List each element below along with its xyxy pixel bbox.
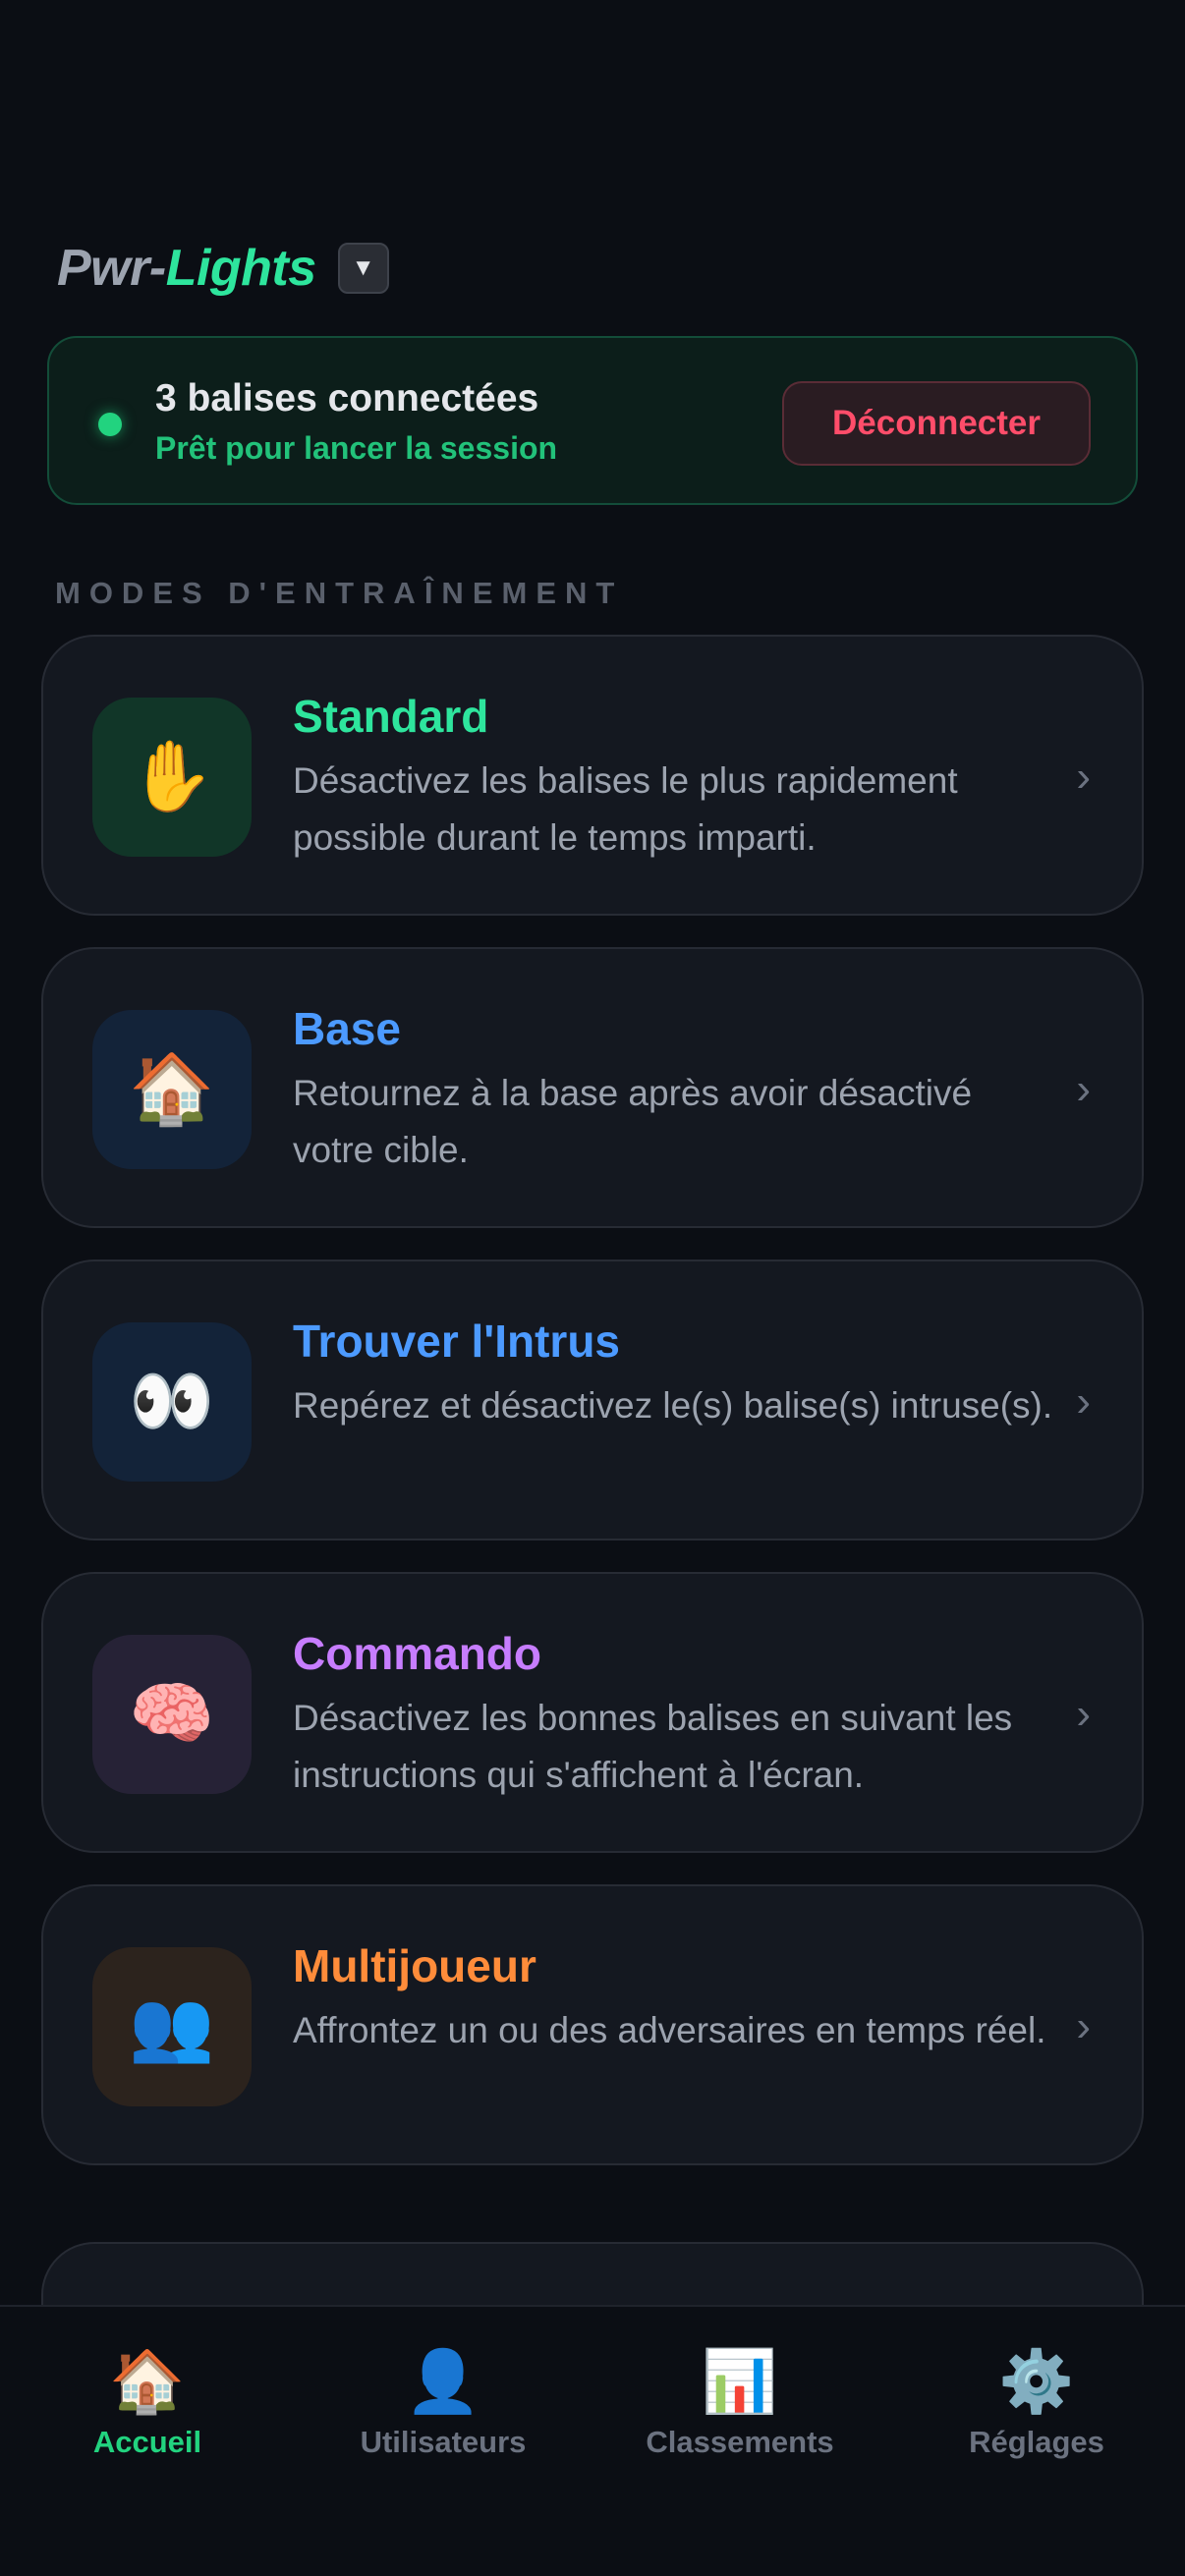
connection-status-card: 3 balises connectées Prêt pour lancer la… [47, 336, 1138, 505]
logo-text-lights: Lights [165, 240, 316, 297]
mode-description: Désactivez les bonnes balises en suivant… [293, 1698, 1013, 1795]
chart-icon: 📊 [702, 2348, 778, 2416]
chevron-right-icon: › [1076, 1377, 1091, 1426]
mode-description: Affrontez un ou des adversaires en temps… [293, 2010, 1046, 2050]
status-indicator-dot [98, 413, 122, 436]
mode-description: Repérez et désactivez le(s) balise(s) in… [293, 1385, 1053, 1426]
disconnect-button[interactable]: Déconnecter [782, 381, 1091, 466]
chevron-right-icon: › [1076, 1065, 1091, 1113]
nav-item-reglages[interactable]: ⚙️ Réglages [909, 2346, 1164, 2464]
status-subtitle: Prêt pour lancer la session [155, 430, 558, 466]
chevron-right-icon: › [1076, 2002, 1091, 2050]
bottom-nav: 🏠 Accueil 👤 Utilisateurs 📊 Classements ⚙… [0, 2305, 1185, 2576]
nav-item-utilisateurs[interactable]: 👤 Utilisateurs [315, 2346, 571, 2464]
nav-item-accueil[interactable]: 🏠 Accueil [20, 2346, 275, 2464]
house-icon: 🏠 [92, 1010, 252, 1169]
mode-card-standard[interactable]: ✋ Standard Désactivez les balises le plu… [41, 635, 1144, 916]
mode-title: Multijoueur [293, 1940, 536, 1991]
chevron-down-icon[interactable]: ▼ [337, 243, 389, 294]
section-label-modes: MODES D'ENTRAÎNEMENT [55, 576, 624, 610]
mode-description: Désactivez les balises le plus rapidemen… [293, 760, 958, 858]
user-icon: 👤 [405, 2348, 481, 2416]
mode-title: Standard [293, 691, 489, 742]
chevron-right-icon: › [1076, 1690, 1091, 1738]
nav-label: Réglages [969, 2425, 1104, 2459]
mode-card-trouver-intrus[interactable]: 👀 Trouver l'Intrus Repérez et désactivez… [41, 1260, 1144, 1540]
mode-card-base[interactable]: 🏠 Base Retournez à la base après avoir d… [41, 947, 1144, 1228]
gear-icon: ⚙️ [998, 2348, 1075, 2416]
home-screen: Pwr-Lights ▼ 3 balises connectées Prêt p… [0, 0, 1185, 2576]
nav-item-classements[interactable]: 📊 Classements [612, 2346, 868, 2464]
mode-card-commando[interactable]: 🧠 Commando Désactivez les bonnes balises… [41, 1572, 1144, 1853]
mode-title: Base [293, 1003, 401, 1054]
mode-card-multijoueur[interactable]: 👥 Multijoueur Affrontez un ou des advers… [41, 1884, 1144, 2165]
eyes-icon: 👀 [92, 1322, 252, 1482]
app-logo: Pwr-Lights [57, 239, 316, 298]
mode-title: Trouver l'Intrus [293, 1316, 621, 1367]
nav-label: Utilisateurs [360, 2425, 527, 2459]
app-header: Pwr-Lights ▼ [57, 234, 389, 303]
brain-icon: 🧠 [92, 1635, 252, 1794]
nav-label: Classements [646, 2425, 834, 2459]
status-title: 3 balises connectées [155, 377, 539, 420]
chevron-right-icon: › [1076, 753, 1091, 801]
mode-title: Commando [293, 1628, 541, 1679]
home-icon: 🏠 [109, 2348, 186, 2416]
logo-text-pwr: Pwr- [57, 240, 166, 297]
raised-hand-icon: ✋ [92, 698, 252, 857]
mode-description: Retournez à la base après avoir désactiv… [293, 1073, 973, 1170]
nav-label: Accueil [92, 2425, 202, 2459]
people-icon: 👥 [92, 1947, 252, 2106]
